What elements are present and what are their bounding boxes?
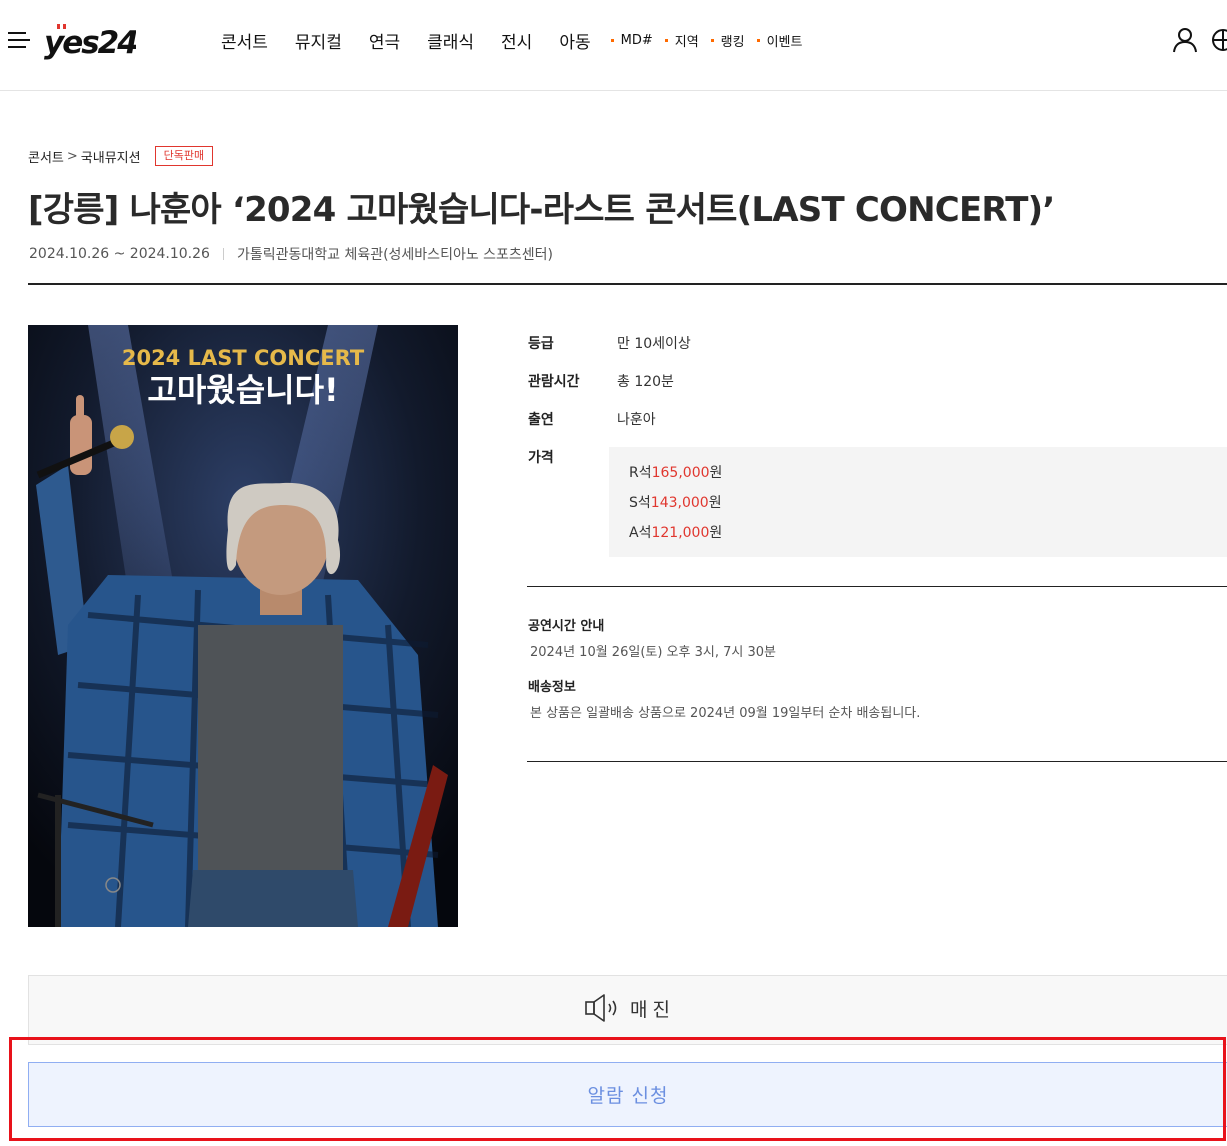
seat-grade: R석 [629, 465, 652, 481]
delivery-text: 본 상품은 일괄배송 상품으로 2024년 09월 19일부터 순차 배송됩니다… [530, 706, 921, 721]
dot-icon [710, 39, 714, 42]
price-label: 가격 [528, 450, 554, 466]
product-meta: 2024.10.26 ~ 2024.10.26 가톨릭관동대학교 체육관(성세바… [29, 244, 553, 264]
schedule-heading: 공연시간 안내 [528, 619, 605, 634]
nav-md[interactable]: MD# [610, 33, 653, 48]
seat-grade: A석 [629, 525, 652, 541]
concert-poster: 2024 LAST CONCERT 고마웠습니다! [28, 325, 458, 927]
breadcrumb: 콘서트 > 국내뮤지션 단독판매 [28, 146, 214, 166]
nav-ranking-label: 랭킹 [720, 35, 745, 50]
speaker-icon [585, 994, 617, 1022]
delivery-heading: 배송정보 [528, 680, 576, 695]
price-row: A석121,000원 [629, 522, 722, 542]
price-unit: 원 [709, 525, 723, 541]
main-navigation: 콘서트 뮤지컬 연극 클래식 전시 아동 MD# 지역 랭킹 이벤트 [221, 28, 814, 53]
globe-icon[interactable] [1211, 28, 1227, 52]
seat-grade: S석 [629, 495, 651, 511]
nav-event[interactable]: 이벤트 [756, 31, 803, 50]
site-header: yes24 콘서트 뮤지컬 연극 클래식 전시 아동 MD# 지역 랭킹 이벤트 [0, 0, 1227, 91]
cast-value[interactable]: 나훈아 [617, 409, 656, 429]
price-unit: 원 [708, 495, 722, 511]
price-list: R석165,000원 S석143,000원 A석121,000원 [609, 447, 1227, 557]
price-row: R석165,000원 [629, 462, 722, 482]
nav-classic[interactable]: 클래식 [427, 28, 474, 53]
schedule-text: 2024년 10월 26일(토) 오후 3시, 7시 30분 [530, 645, 776, 660]
performance-period: 2024.10.26 ~ 2024.10.26 [29, 246, 210, 262]
dot-icon [664, 39, 668, 42]
yes24-logo[interactable]: yes24 [42, 20, 136, 60]
sold-out-inner: 매진 [584, 993, 675, 1023]
sold-out-status: 매진 [28, 975, 1227, 1045]
price-row: S석143,000원 [629, 492, 722, 512]
seat-price: 143,000 [650, 495, 709, 511]
meta-divider [222, 248, 224, 260]
user-icon[interactable] [1172, 27, 1198, 53]
nav-md-label: MD# [620, 33, 653, 48]
hamburger-icon[interactable] [8, 30, 32, 50]
info-bottom-divider [527, 761, 1227, 762]
venue-name[interactable]: 가톨릭관동대학교 체육관(성세바스티아노 스포츠센터) [237, 244, 553, 264]
alarm-request-button[interactable]: 알람 신청 [28, 1062, 1227, 1127]
poster-headline: 2024 LAST CONCERT [122, 346, 365, 370]
title-divider [28, 283, 1227, 285]
price-unit: 원 [709, 465, 723, 481]
breadcrumb-subcategory[interactable]: 국내뮤지션 [81, 147, 141, 166]
nav-event-label: 이벤트 [766, 35, 803, 50]
logo-text: yes24 [44, 25, 136, 60]
runtime-label: 관람시간 [528, 374, 580, 390]
nav-kids[interactable]: 아동 [559, 28, 590, 53]
runtime-value: 총 120분 [617, 374, 674, 390]
breadcrumb-separator: > [66, 148, 78, 164]
info-divider [527, 586, 1227, 587]
cast-label: 출연 [528, 412, 554, 428]
nav-region[interactable]: 지역 [664, 31, 699, 50]
nav-musical[interactable]: 뮤지컬 [295, 28, 342, 53]
seat-price: 165,000 [651, 465, 710, 481]
nav-ranking[interactable]: 랭킹 [710, 31, 745, 50]
rating-value: 만 10세이상 [617, 336, 691, 352]
nav-play[interactable]: 연극 [369, 28, 400, 53]
breadcrumb-category[interactable]: 콘서트 [28, 147, 64, 166]
poster-artwork: 2024 LAST CONCERT 고마웠습니다! [28, 325, 458, 927]
nav-exhibition[interactable]: 전시 [501, 28, 532, 53]
nav-concert[interactable]: 콘서트 [221, 28, 268, 53]
dot-icon [756, 39, 760, 42]
rating-label: 등급 [528, 336, 554, 352]
poster-subtitle: 고마웠습니다! [147, 371, 338, 409]
sold-out-text: 매진 [630, 998, 675, 1021]
seat-price: 121,000 [651, 525, 710, 541]
page-title: [강릉] 나훈아 ‘2024 고마웠습니다-라스트 콘서트(LAST CONCE… [28, 190, 1055, 230]
alarm-request-label: 알람 신청 [587, 1085, 669, 1107]
nav-region-label: 지역 [674, 35, 699, 50]
dot-icon [610, 39, 614, 42]
exclusive-badge: 단독판매 [154, 146, 214, 166]
